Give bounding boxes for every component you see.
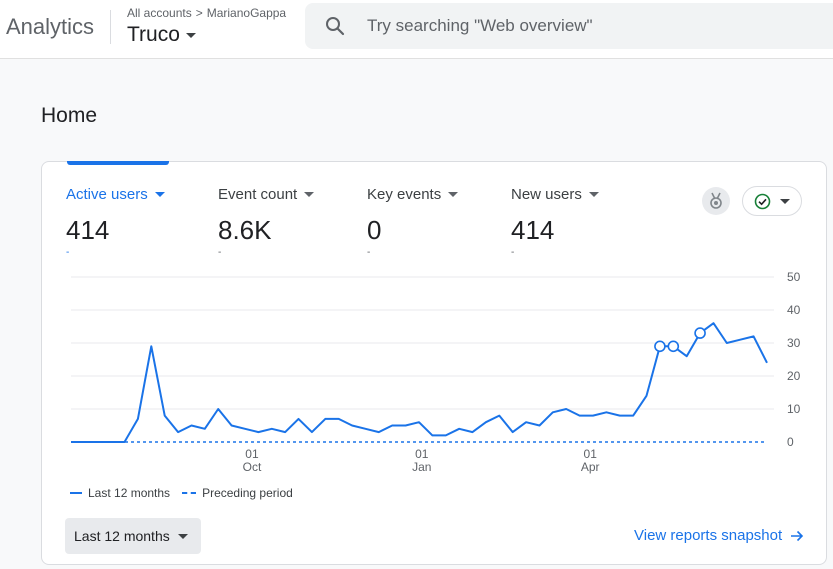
x-tick-month: Oct xyxy=(243,460,262,474)
top-bar: Analytics All accounts > MarianoGappa Tr… xyxy=(0,0,833,59)
chart-legend: Last 12 months Preceding period xyxy=(70,486,293,500)
active-users-chart: 0102030405001Oct01Jan01Apr xyxy=(71,270,801,474)
last-12-months-line xyxy=(71,322,768,443)
legend-label: Last 12 months xyxy=(88,486,171,500)
x-tick-day: 01 xyxy=(245,447,259,461)
link-label: View reports snapshot xyxy=(634,527,783,544)
x-tick-month: Jan xyxy=(412,460,431,474)
chevron-right-icon: > xyxy=(195,6,203,20)
page-title: Home xyxy=(41,104,98,127)
app-name[interactable]: Analytics xyxy=(6,14,94,40)
y-tick-label: 10 xyxy=(787,402,801,416)
caret-down-icon xyxy=(178,534,188,539)
legend-label: Preceding period xyxy=(202,486,293,500)
search-icon[interactable] xyxy=(305,16,365,36)
caret-down-icon xyxy=(185,32,196,38)
overview-card: Active users 414 - Event count 8.6K - Ke… xyxy=(41,161,827,565)
breadcrumb-account[interactable]: MarianoGappa xyxy=(207,6,286,20)
data-point-marker xyxy=(654,340,666,353)
date-range-dropdown[interactable]: Last 12 months xyxy=(65,518,201,554)
search-input[interactable] xyxy=(365,15,809,37)
legend-swatch-solid xyxy=(70,492,82,494)
x-tick-day: 01 xyxy=(415,447,429,461)
date-range-label: Last 12 months xyxy=(74,528,170,544)
header-divider xyxy=(110,10,111,44)
data-point-marker xyxy=(667,340,680,353)
y-tick-label: 40 xyxy=(787,303,801,317)
legend-item-previous: Preceding period xyxy=(182,486,293,500)
arrow-right-icon xyxy=(791,530,804,541)
breadcrumb-root[interactable]: All accounts xyxy=(127,6,192,20)
y-tick-label: 20 xyxy=(787,369,801,383)
view-reports-snapshot-link[interactable]: View reports snapshot xyxy=(634,527,804,544)
search-bar[interactable] xyxy=(305,3,833,49)
property-name: Truco xyxy=(127,23,180,46)
legend-item-current: Last 12 months xyxy=(70,486,170,500)
property-selector[interactable]: Truco xyxy=(127,23,196,47)
breadcrumb[interactable]: All accounts > MarianoGappa xyxy=(127,6,286,20)
y-tick-label: 30 xyxy=(787,336,801,350)
y-tick-label: 0 xyxy=(787,435,794,449)
legend-swatch-dashed xyxy=(182,492,197,494)
x-tick-month: Apr xyxy=(581,460,600,474)
y-tick-label: 50 xyxy=(787,270,801,284)
data-point-marker xyxy=(694,327,706,339)
x-tick-day: 01 xyxy=(584,447,598,461)
